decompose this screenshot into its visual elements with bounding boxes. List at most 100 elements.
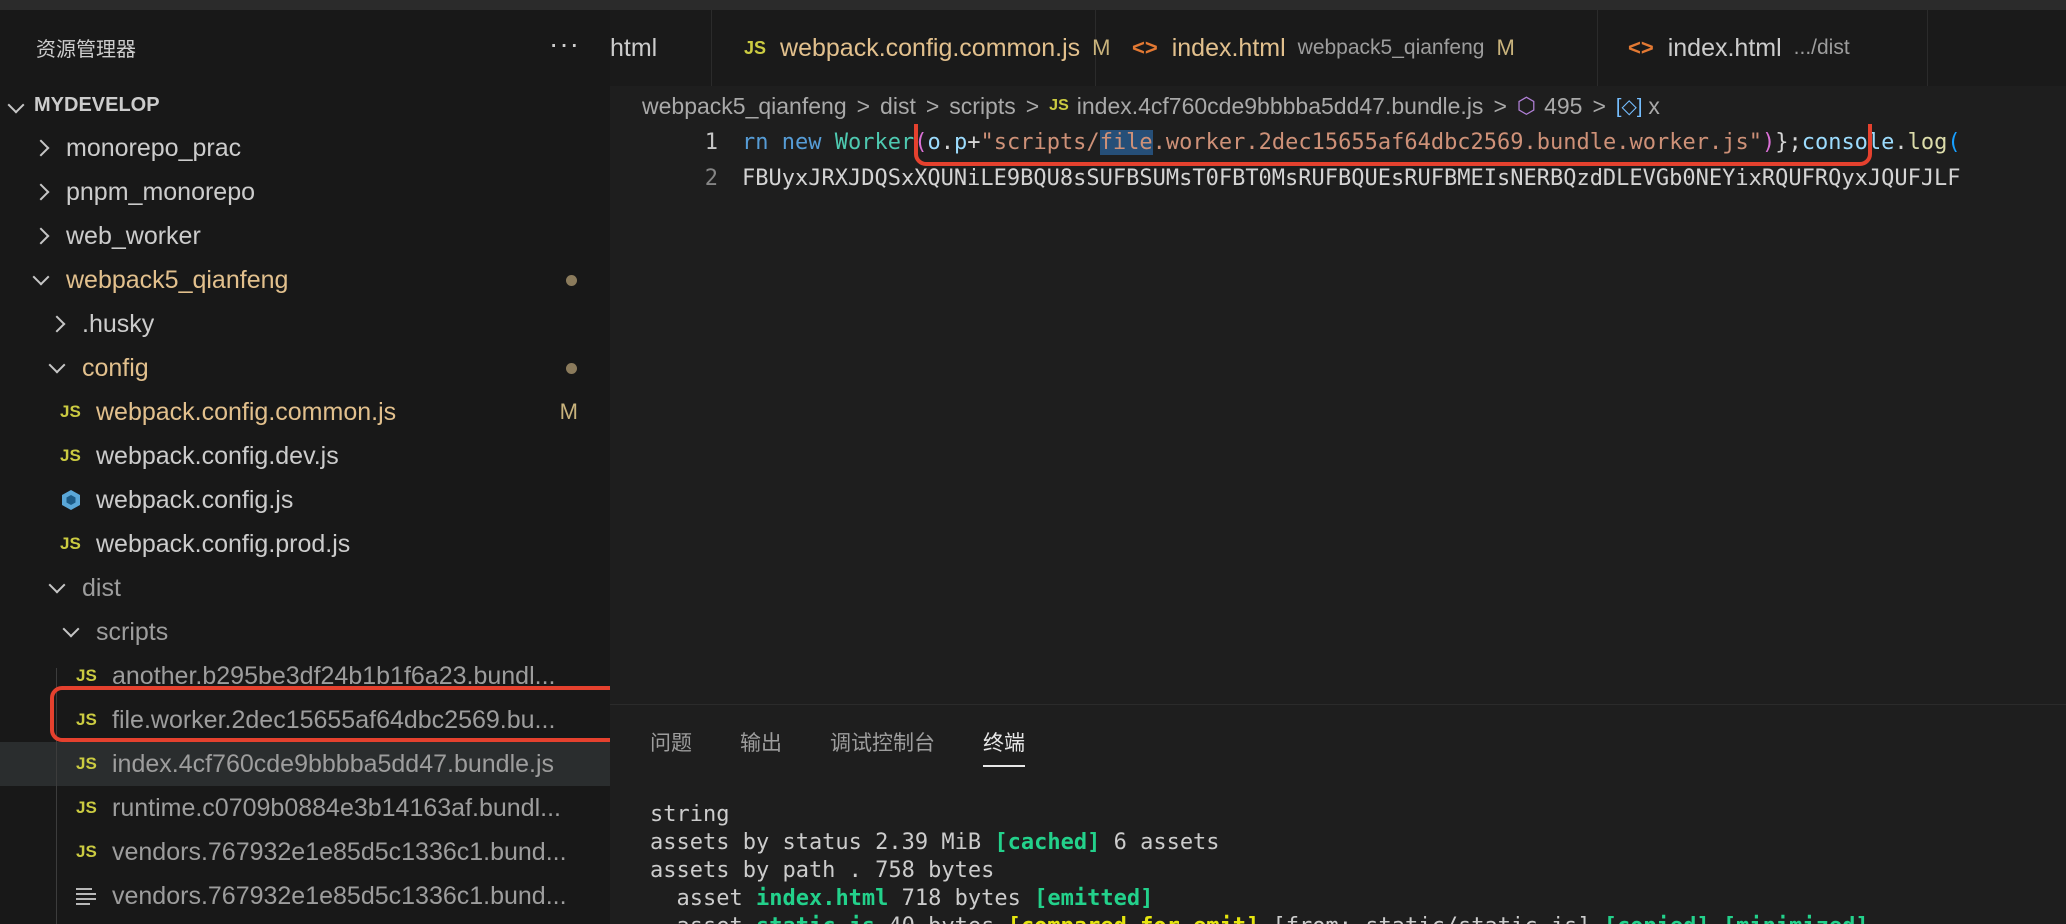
js-file-icon: JS <box>60 446 81 465</box>
tree-file-vendors-license[interactable]: vendors.767932e1e85d5c1336c1.bund... <box>0 874 610 918</box>
tree-file-webpack-config-common[interactable]: JS webpack.config.common.js M <box>0 390 610 434</box>
panel-tab-problems[interactable]: 问题 <box>650 727 692 767</box>
code-token: ( <box>914 130 928 155</box>
tree-folder-dist[interactable]: dist <box>0 566 610 610</box>
js-file-icon: JS <box>76 754 97 773</box>
tree-item-label: webpack.config.prod.js <box>96 529 351 558</box>
code-token: ) <box>1761 130 1776 155</box>
code-token: rn <box>742 130 782 155</box>
tree-file-file-worker-bundle[interactable]: JS file.worker.2dec15655af64dbc2569.bu..… <box>0 698 610 742</box>
sidebar-top-border <box>0 0 610 10</box>
terminal-text: asset <box>650 886 756 911</box>
terminal-text: [copied] [minimized] <box>1604 914 1869 924</box>
tree-item-label: scripts <box>96 617 169 646</box>
chevron-right-icon: > <box>1592 92 1606 119</box>
code-line-2[interactable]: FBUyxJRXJDQSxXQUNiLE9BQU8sSUFBSUMsT0FBT0… <box>742 166 1961 191</box>
modified-dot-icon <box>566 363 577 374</box>
tab-html-partial[interactable]: html <box>610 10 712 86</box>
tree-folder-monorepo-prac[interactable]: monorepo_prac <box>0 126 610 170</box>
breadcrumb: webpack5_qianfeng > dist > scripts > JS … <box>642 88 1660 124</box>
chevron-down-icon <box>60 629 82 635</box>
tree-file-webpack-config-prod[interactable]: JS webpack.config.prod.js <box>0 522 610 566</box>
breadcrumb-item[interactable]: 495 <box>1544 93 1582 120</box>
terminal-line: string <box>650 802 730 827</box>
vscode-window: 资源管理器 ··· MYDEVELOP monorepo_prac pnpm_m… <box>0 0 2066 924</box>
code-token: ( <box>1947 130 1961 155</box>
webpack-cube-icon <box>60 489 82 511</box>
breadcrumb-item[interactable]: dist <box>880 93 916 120</box>
workspace-root-label: MYDEVELOP <box>34 93 160 116</box>
tree-file-index-bundle[interactable]: JS index.4cf760cde9bbbba5dd47.bundle.js <box>0 742 610 786</box>
tree-file-runtime-bundle[interactable]: JS runtime.c0709b0884e3b14163af.bundl... <box>0 786 610 830</box>
panel-tab-terminal[interactable]: 终端 <box>983 727 1025 767</box>
tab-description: .../dist <box>1793 36 1850 59</box>
breadcrumb-item[interactable]: webpack5_qianfeng <box>642 93 847 120</box>
text-file-icon <box>76 887 98 905</box>
tree-file-webpack-config-dev[interactable]: JS webpack.config.dev.js <box>0 434 610 478</box>
terminal-text: [from: static/static.js] <box>1259 914 1603 924</box>
tree-folder-web-worker[interactable]: web_worker <box>0 214 610 258</box>
chevron-down-icon <box>46 585 68 591</box>
html-file-icon: <> <box>1132 35 1158 60</box>
breadcrumb-item[interactable]: index.4cf760cde9bbbba5dd47.bundle.js <box>1077 93 1484 120</box>
terminal-text: static.js <box>756 914 875 924</box>
terminal-text: index.html <box>755 886 889 911</box>
tree-item-label: webpack.config.dev.js <box>96 441 339 470</box>
workspace-root[interactable]: MYDEVELOP <box>0 88 610 122</box>
tree-item-label: another.b295be3df24b1b1f6a23.bundl... <box>112 661 556 690</box>
tab-index-html-project[interactable]: <> index.html webpack5_qianfeng M <box>1096 10 1598 86</box>
line-number: 1 <box>704 130 718 155</box>
tab-webpack-config-common[interactable]: JS webpack.config.common.js M <box>712 10 1111 86</box>
tab-index-html-dist[interactable]: <> index.html .../dist <box>1598 10 1928 86</box>
tree-folder-config[interactable]: config <box>0 346 610 390</box>
code-token: new <box>781 130 835 155</box>
js-file-icon: JS <box>60 402 81 421</box>
panel-tab-debug-console[interactable]: 调试控制台 <box>830 727 935 767</box>
modified-badge: M <box>1496 35 1515 60</box>
chevron-down-icon <box>30 277 52 283</box>
bottom-panel: 问题 输出 调试控制台 终端 string assets by status 2.… <box>610 704 2066 924</box>
file-tree: monorepo_prac pnpm_monorepo web_worker w… <box>0 126 610 918</box>
code-token: . <box>940 130 954 155</box>
code-token: console <box>1801 130 1895 155</box>
code-editor[interactable]: 1 2 rn new Worker(o.p+"scripts/file.work… <box>610 124 2066 680</box>
tree-folder-webpack5-qianfeng[interactable]: webpack5_qianfeng <box>0 258 610 302</box>
tree-folder-husky[interactable]: .husky <box>0 302 610 346</box>
variable-icon: [◇] <box>1615 95 1643 118</box>
tree-item-label: config <box>82 353 149 382</box>
tree-file-another-bundle[interactable]: JS another.b295be3df24b1b1f6a23.bundl... <box>0 654 610 698</box>
tree-item-label: .husky <box>82 309 155 338</box>
tree-folder-pnpm-monorepo[interactable]: pnpm_monorepo <box>0 170 610 214</box>
js-file-icon: JS <box>76 710 97 729</box>
more-actions-icon[interactable]: ··· <box>549 30 580 58</box>
js-file-icon: JS <box>76 842 97 861</box>
js-file-icon: JS <box>76 666 97 685</box>
tree-folder-scripts[interactable]: scripts <box>0 610 610 654</box>
code-token: .worker.2dec15655af64dbc2569.bundle.work… <box>1152 130 1762 155</box>
terminal-line: asset static.js 40 bytes [compared for e… <box>650 913 1869 924</box>
breadcrumb-item[interactable]: x <box>1648 93 1660 120</box>
tree-item-label: pnpm_monorepo <box>66 177 256 206</box>
breadcrumb-item[interactable]: scripts <box>949 93 1015 120</box>
terminal-output[interactable]: string assets by status 2.39 MiB [cached]… <box>650 801 1869 924</box>
terminal-text: [compared for emit] <box>1008 914 1260 924</box>
terminal-text: 718 bytes <box>888 886 1035 911</box>
terminal-line: assets by path . 758 bytes <box>650 858 995 883</box>
code-token: . <box>1894 130 1908 155</box>
explorer-sidebar: 资源管理器 ··· MYDEVELOP monorepo_prac pnpm_m… <box>0 0 610 924</box>
chevron-down-icon <box>46 365 68 371</box>
chevron-right-icon <box>46 318 68 330</box>
terminal-line: asset index.html 718 bytes [emitted] <box>650 885 1869 913</box>
tree-item-label: runtime.c0709b0884e3b14163af.bundl... <box>112 793 561 822</box>
code-line-1[interactable]: rn new Worker(o.p+"scripts/file.worker.2… <box>742 130 1961 155</box>
modified-badge: M <box>559 399 578 424</box>
chevron-right-icon: > <box>856 92 871 119</box>
terminal-text: assets by status 2.39 MiB <box>650 830 995 855</box>
chevron-right-icon: > <box>925 92 940 119</box>
panel-tab-output[interactable]: 输出 <box>740 727 782 767</box>
tree-file-webpack-config[interactable]: webpack.config.js <box>0 478 610 522</box>
code-token: + <box>967 130 981 155</box>
chevron-right-icon <box>30 142 52 154</box>
code-token: log <box>1907 130 1948 155</box>
tree-file-vendors-bundle[interactable]: JS vendors.767932e1e85d5c1336c1.bund... <box>0 830 610 874</box>
